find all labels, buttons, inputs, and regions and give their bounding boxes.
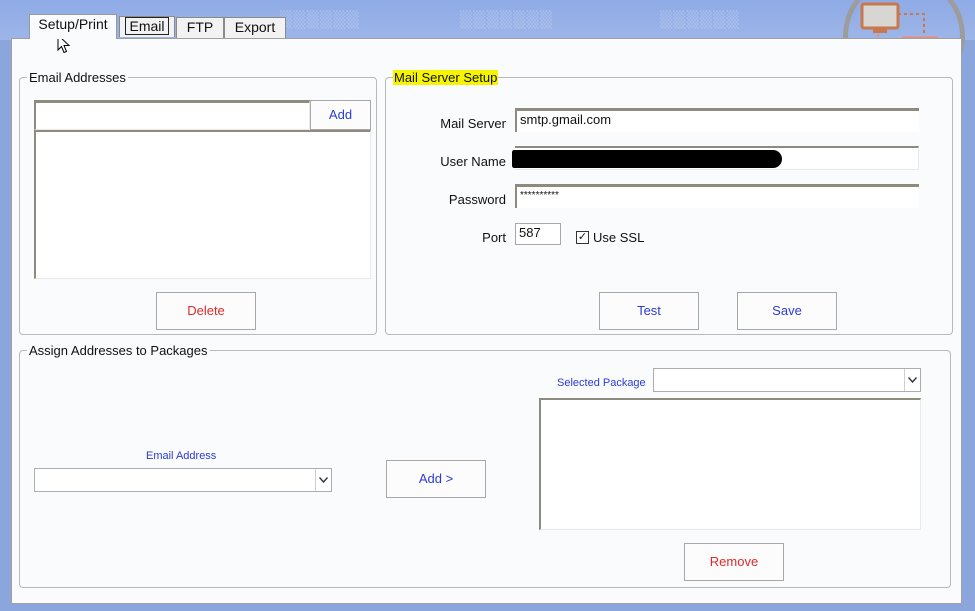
password-input[interactable]: ********** <box>515 184 919 208</box>
tab-email[interactable]: Email <box>119 16 175 37</box>
email-addresses-legend: Email Addresses <box>27 70 128 85</box>
checkmark-icon: ✓ <box>577 231 588 243</box>
chevron-down-icon[interactable] <box>904 369 920 391</box>
use-ssl-checkbox[interactable]: ✓ <box>576 231 589 244</box>
redacted-user-name <box>512 150 782 168</box>
tab-label: Email <box>125 17 169 35</box>
user-name-label: User Name <box>440 154 506 169</box>
tab-panel-email: Email Addresses Add Delete Mail Server S… <box>11 38 962 604</box>
background-watermark: ▒▒▒▒▒▒▒ <box>460 10 554 29</box>
save-button[interactable]: Save <box>737 292 837 330</box>
email-address-input[interactable] <box>34 100 310 130</box>
use-ssl-label: Use SSL <box>593 230 645 245</box>
chevron-down-icon[interactable] <box>315 469 331 491</box>
background-watermark: ▒▒▒▒▒▒ <box>280 10 360 29</box>
email-address-label: Email Address <box>146 450 217 462</box>
assign-addresses-group: Assign Addresses to Packages Email Addre… <box>19 343 951 588</box>
selected-package-label: Selected Package <box>557 377 646 389</box>
mail-server-setup-group: Mail Server Setup Mail Server smtp.gmail… <box>385 70 953 335</box>
assign-add-button[interactable]: Add > <box>386 460 486 498</box>
tab-label: Export <box>234 19 276 35</box>
selected-package-dropdown[interactable] <box>653 368 921 392</box>
email-addresses-group: Email Addresses Add Delete <box>19 70 377 335</box>
mail-server-label: Mail Server <box>440 116 506 131</box>
assigned-addresses-list[interactable] <box>539 398 921 530</box>
add-email-button[interactable]: Add <box>310 100 371 130</box>
tab-label: FTP <box>186 19 214 35</box>
mail-server-setup-legend: Mail Server Setup <box>393 70 499 85</box>
tab-export[interactable]: Export <box>224 17 286 38</box>
port-label: Port <box>482 230 506 245</box>
delete-email-button[interactable]: Delete <box>156 292 256 330</box>
assign-addresses-legend: Assign Addresses to Packages <box>27 343 210 358</box>
port-input[interactable]: 587 <box>515 223 561 245</box>
mail-server-input[interactable]: smtp.gmail.com <box>515 108 919 132</box>
tab-setup-print[interactable]: Setup/Print <box>29 14 117 39</box>
background-watermark: ▒▒▒▒▒▒ <box>660 10 740 29</box>
remove-button[interactable]: Remove <box>684 543 784 581</box>
tab-label: Setup/Print <box>38 16 108 32</box>
email-address-dropdown[interactable] <box>34 468 332 492</box>
email-address-list[interactable] <box>34 130 371 279</box>
test-button[interactable]: Test <box>599 292 699 330</box>
password-label: Password <box>448 192 506 207</box>
tab-ftp[interactable]: FTP <box>176 17 224 38</box>
